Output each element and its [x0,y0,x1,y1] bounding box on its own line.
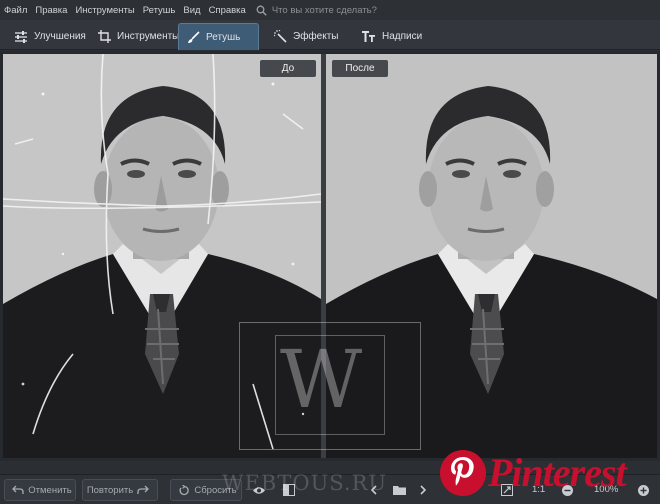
chevron-right-icon [419,485,426,495]
tab-retouch[interactable]: Ретушь [178,23,259,50]
tab-tools[interactable]: Инструменты [90,23,180,50]
menu-tools[interactable]: Инструменты [75,5,134,16]
photo-editor-window: Файл Правка Инструменты Ретушь Вид Справ… [0,0,660,504]
watermark-letter: W [280,333,363,426]
search-box[interactable]: Что вы хотите сделать? [256,5,377,16]
menu-view[interactable]: Вид [183,5,200,16]
menu-retouch[interactable]: Ретушь [143,5,176,16]
next-photo-button[interactable] [418,479,428,501]
undo-button[interactable]: Отменить [4,479,76,501]
tab-effects[interactable]: Эффекты [266,23,346,50]
tab-label: Эффекты [293,31,339,42]
pinterest-badge: Pinterest [432,441,660,504]
tab-label: Улучшения [34,31,86,42]
menu-help[interactable]: Справка [209,5,246,16]
menu-bar: Файл Правка Инструменты Ретушь Вид Справ… [0,0,660,20]
search-placeholder: Что вы хотите сделать? [271,4,377,16]
redo-label: Повторить [86,484,134,496]
pinterest-logo-icon [440,449,486,496]
folder-icon [392,486,406,495]
text-icon [362,30,376,43]
tab-label: Надписи [382,31,423,42]
open-folder-button[interactable] [392,479,406,501]
tab-enhancements[interactable]: Улучшения [6,23,86,50]
tab-captions[interactable]: Надписи [354,23,428,50]
redo-icon [137,485,150,494]
redo-button[interactable]: Повторить [82,479,158,501]
menu-edit[interactable]: Правка [35,5,67,16]
undo-label: Отменить [28,484,72,496]
magic-wand-icon [274,30,287,43]
before-label: До [260,60,316,77]
undo-icon [12,485,24,494]
crop-icon [98,30,111,43]
search-icon [256,5,267,16]
brush-icon [187,30,200,44]
pinterest-wordmark: Pinterest [488,450,627,495]
sliders-icon [14,30,28,43]
tab-bar: Улучшения Инструменты Ретушь Эффекты Над… [0,20,660,50]
watermark-site-text: WEBTOUS.RU [222,471,388,495]
after-label: После [332,60,388,77]
reset-icon [179,484,190,495]
menu-file[interactable]: Файл [4,5,27,16]
tab-label: Инструменты [117,31,180,42]
tab-label: Ретушь [206,31,241,43]
